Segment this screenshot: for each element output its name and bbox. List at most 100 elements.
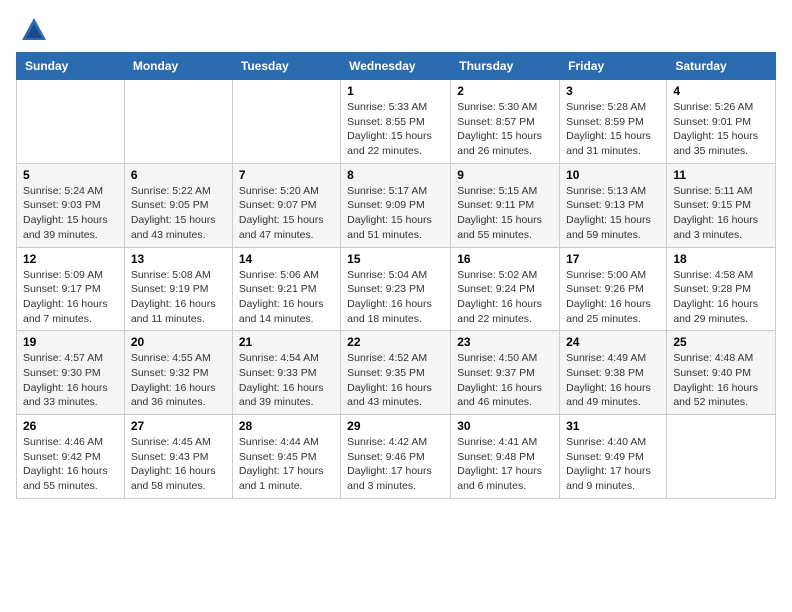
calendar-cell: 22 Sunrise: 4:52 AM Sunset: 9:35 PM Dayli… — [341, 331, 451, 415]
day-info: Sunrise: 4:41 AM Sunset: 9:48 PM Dayligh… — [457, 435, 553, 494]
calendar-cell: 11 Sunrise: 5:11 AM Sunset: 9:15 PM Dayli… — [667, 163, 776, 247]
page-header — [16, 16, 776, 44]
calendar-cell: 2 Sunrise: 5:30 AM Sunset: 8:57 PM Daylig… — [451, 80, 560, 164]
calendar-cell: 5Sunrise: 5:24 AM Sunset: 9:03 PM Daylig… — [17, 163, 125, 247]
calendar-cell: 24Sunrise: 4:49 AM Sunset: 9:38 PM Dayli… — [560, 331, 667, 415]
day-info: Sunrise: 5:30 AM Sunset: 8:57 PM Dayligh… — [457, 100, 553, 159]
day-number: 28 — [239, 419, 334, 433]
calendar-cell: 25 Sunrise: 4:48 AM Sunset: 9:40 PM Dayli… — [667, 331, 776, 415]
calendar-cell — [124, 80, 232, 164]
day-info: Sunrise: 4:40 AM Sunset: 9:49 PM Dayligh… — [566, 435, 660, 494]
calendar-cell: 20 Sunrise: 4:55 AM Sunset: 9:32 PM Dayli… — [124, 331, 232, 415]
day-header-friday: Friday — [560, 53, 667, 80]
day-header-sunday: Sunday — [17, 53, 125, 80]
day-number: 10 — [566, 168, 660, 182]
day-info: Sunrise: 5:26 AM Sunset: 9:01 PM Dayligh… — [673, 100, 769, 159]
day-number: 14 — [239, 252, 334, 266]
calendar-cell: 1 Sunrise: 5:33 AM Sunset: 8:55 PM Daylig… — [341, 80, 451, 164]
calendar-cell: 9 Sunrise: 5:15 AM Sunset: 9:11 PM Daylig… — [451, 163, 560, 247]
day-info: Sunrise: 5:17 AM Sunset: 9:09 PM Dayligh… — [347, 184, 444, 243]
day-number: 24 — [566, 335, 660, 349]
day-number: 9 — [457, 168, 553, 182]
calendar-cell: 21Sunrise: 4:54 AM Sunset: 9:33 PM Dayli… — [232, 331, 340, 415]
calendar-cell: 6 Sunrise: 5:22 AM Sunset: 9:05 PM Daylig… — [124, 163, 232, 247]
day-number: 7 — [239, 168, 334, 182]
day-info: Sunrise: 5:11 AM Sunset: 9:15 PM Dayligh… — [673, 184, 769, 243]
calendar-table: SundayMondayTuesdayWednesdayThursdayFrid… — [16, 52, 776, 499]
calendar-cell: 23Sunrise: 4:50 AM Sunset: 9:37 PM Dayli… — [451, 331, 560, 415]
day-number: 12 — [23, 252, 118, 266]
calendar-cell: 29 Sunrise: 4:42 AM Sunset: 9:46 PM Dayli… — [341, 415, 451, 499]
day-info: Sunrise: 4:42 AM Sunset: 9:46 PM Dayligh… — [347, 435, 444, 494]
day-number: 15 — [347, 252, 444, 266]
day-number: 30 — [457, 419, 553, 433]
day-info: Sunrise: 4:50 AM Sunset: 9:37 PM Dayligh… — [457, 351, 553, 410]
calendar-cell: 28 Sunrise: 4:44 AM Sunset: 9:45 PM Dayli… — [232, 415, 340, 499]
calendar-cell: 18Sunrise: 4:58 AM Sunset: 9:28 PM Dayli… — [667, 247, 776, 331]
day-number: 2 — [457, 84, 553, 98]
day-number: 13 — [131, 252, 226, 266]
calendar-cell: 17 Sunrise: 5:00 AM Sunset: 9:26 PM Dayli… — [560, 247, 667, 331]
day-info: Sunrise: 5:04 AM Sunset: 9:23 PM Dayligh… — [347, 268, 444, 327]
day-number: 21 — [239, 335, 334, 349]
day-info: Sunrise: 5:02 AM Sunset: 9:24 PM Dayligh… — [457, 268, 553, 327]
calendar-cell: 30 Sunrise: 4:41 AM Sunset: 9:48 PM Dayli… — [451, 415, 560, 499]
logo-icon — [20, 16, 48, 44]
calendar-cell: 3 Sunrise: 5:28 AM Sunset: 8:59 PM Daylig… — [560, 80, 667, 164]
day-info: Sunrise: 4:58 AM Sunset: 9:28 PM Dayligh… — [673, 268, 769, 327]
day-info: Sunrise: 5:06 AM Sunset: 9:21 PM Dayligh… — [239, 268, 334, 327]
calendar-cell: 19 Sunrise: 4:57 AM Sunset: 9:30 PM Dayli… — [17, 331, 125, 415]
day-number: 3 — [566, 84, 660, 98]
calendar-cell: 7 Sunrise: 5:20 AM Sunset: 9:07 PM Daylig… — [232, 163, 340, 247]
day-info: Sunrise: 5:28 AM Sunset: 8:59 PM Dayligh… — [566, 100, 660, 159]
calendar-cell: 10 Sunrise: 5:13 AM Sunset: 9:13 PM Dayli… — [560, 163, 667, 247]
day-header-monday: Monday — [124, 53, 232, 80]
calendar-cell: 15 Sunrise: 5:04 AM Sunset: 9:23 PM Dayli… — [341, 247, 451, 331]
day-number: 27 — [131, 419, 226, 433]
day-info: Sunrise: 5:24 AM Sunset: 9:03 PM Dayligh… — [23, 184, 118, 243]
day-header-wednesday: Wednesday — [341, 53, 451, 80]
calendar-cell: 26Sunrise: 4:46 AM Sunset: 9:42 PM Dayli… — [17, 415, 125, 499]
day-number: 19 — [23, 335, 118, 349]
day-number: 17 — [566, 252, 660, 266]
day-info: Sunrise: 5:13 AM Sunset: 9:13 PM Dayligh… — [566, 184, 660, 243]
day-info: Sunrise: 4:52 AM Sunset: 9:35 PM Dayligh… — [347, 351, 444, 410]
day-info: Sunrise: 5:00 AM Sunset: 9:26 PM Dayligh… — [566, 268, 660, 327]
logo — [16, 16, 48, 44]
day-info: Sunrise: 5:20 AM Sunset: 9:07 PM Dayligh… — [239, 184, 334, 243]
day-number: 4 — [673, 84, 769, 98]
calendar-cell: 27 Sunrise: 4:45 AM Sunset: 9:43 PM Dayli… — [124, 415, 232, 499]
day-info: Sunrise: 4:57 AM Sunset: 9:30 PM Dayligh… — [23, 351, 118, 410]
calendar-cell: 8Sunrise: 5:17 AM Sunset: 9:09 PM Daylig… — [341, 163, 451, 247]
day-number: 6 — [131, 168, 226, 182]
calendar-cell: 16 Sunrise: 5:02 AM Sunset: 9:24 PM Dayli… — [451, 247, 560, 331]
calendar-header-row: SundayMondayTuesdayWednesdayThursdayFrid… — [17, 53, 776, 80]
day-number: 1 — [347, 84, 444, 98]
calendar-week-row: 1 Sunrise: 5:33 AM Sunset: 8:55 PM Daylig… — [17, 80, 776, 164]
calendar-cell: 13Sunrise: 5:08 AM Sunset: 9:19 PM Dayli… — [124, 247, 232, 331]
calendar-week-row: 5Sunrise: 5:24 AM Sunset: 9:03 PM Daylig… — [17, 163, 776, 247]
calendar-cell: 31 Sunrise: 4:40 AM Sunset: 9:49 PM Dayli… — [560, 415, 667, 499]
day-number: 29 — [347, 419, 444, 433]
day-info: Sunrise: 4:46 AM Sunset: 9:42 PM Dayligh… — [23, 435, 118, 494]
calendar-cell — [667, 415, 776, 499]
day-number: 11 — [673, 168, 769, 182]
calendar-cell — [232, 80, 340, 164]
day-header-tuesday: Tuesday — [232, 53, 340, 80]
calendar-cell: 14 Sunrise: 5:06 AM Sunset: 9:21 PM Dayli… — [232, 247, 340, 331]
day-info: Sunrise: 4:44 AM Sunset: 9:45 PM Dayligh… — [239, 435, 334, 494]
day-info: Sunrise: 4:48 AM Sunset: 9:40 PM Dayligh… — [673, 351, 769, 410]
day-number: 16 — [457, 252, 553, 266]
day-number: 20 — [131, 335, 226, 349]
day-info: Sunrise: 5:15 AM Sunset: 9:11 PM Dayligh… — [457, 184, 553, 243]
day-number: 31 — [566, 419, 660, 433]
day-info: Sunrise: 4:55 AM Sunset: 9:32 PM Dayligh… — [131, 351, 226, 410]
day-info: Sunrise: 4:45 AM Sunset: 9:43 PM Dayligh… — [131, 435, 226, 494]
day-info: Sunrise: 5:22 AM Sunset: 9:05 PM Dayligh… — [131, 184, 226, 243]
day-number: 22 — [347, 335, 444, 349]
calendar-week-row: 12Sunrise: 5:09 AM Sunset: 9:17 PM Dayli… — [17, 247, 776, 331]
calendar-week-row: 26Sunrise: 4:46 AM Sunset: 9:42 PM Dayli… — [17, 415, 776, 499]
calendar-week-row: 19 Sunrise: 4:57 AM Sunset: 9:30 PM Dayli… — [17, 331, 776, 415]
day-info: Sunrise: 5:33 AM Sunset: 8:55 PM Dayligh… — [347, 100, 444, 159]
day-number: 25 — [673, 335, 769, 349]
